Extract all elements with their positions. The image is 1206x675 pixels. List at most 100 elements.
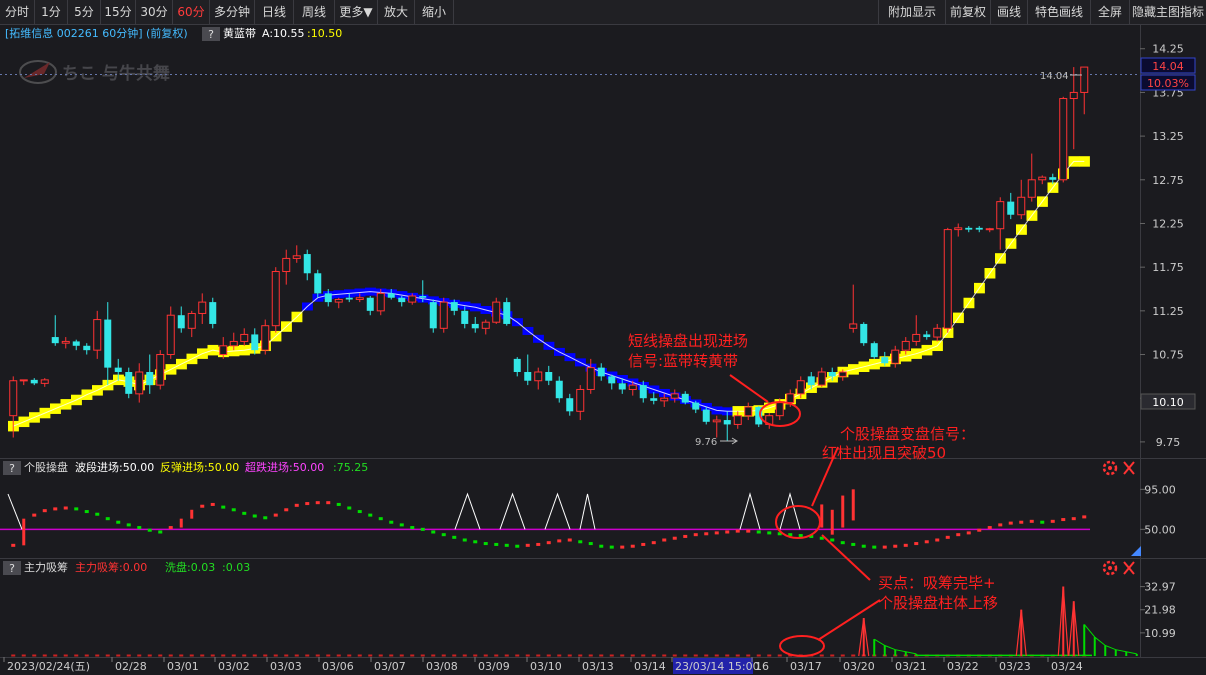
toolbar-item-10[interactable]: 放大 xyxy=(378,0,415,24)
candle-body-up xyxy=(943,229,952,329)
p3-zero-dash xyxy=(158,654,163,657)
candle-body-up xyxy=(198,301,207,314)
panel3-help-icon: ? xyxy=(9,562,15,575)
candle-body-up xyxy=(996,201,1005,230)
panel2-label1: 波段进场:50.00 xyxy=(75,460,154,474)
p2-tick-label: 95.00 xyxy=(1144,483,1176,496)
p2-dash xyxy=(956,533,961,537)
p2-dash xyxy=(452,535,457,539)
candle-body-down xyxy=(681,393,689,403)
x-axis-label: 03/20 xyxy=(843,660,875,673)
toolbar-item-7[interactable]: 日线 xyxy=(255,0,294,24)
p2-dash xyxy=(105,517,110,521)
p3-zero-dash xyxy=(63,654,68,657)
p3-zero-dash xyxy=(840,654,845,657)
p2-dash xyxy=(924,540,929,544)
p2-dash xyxy=(504,543,509,547)
p2-dash xyxy=(147,528,152,532)
p2-dash xyxy=(557,539,562,543)
toolbar-right-item-2[interactable]: 画线 xyxy=(990,0,1028,24)
p2-dash xyxy=(578,540,583,544)
watermark-text: ちこ 与牛共舞 xyxy=(62,63,170,84)
p2-dash xyxy=(546,541,551,545)
toolbar-right-item-5[interactable]: 隐藏主图指标 xyxy=(1129,0,1206,24)
p3-zero-dash xyxy=(326,654,331,657)
candle-body-up xyxy=(334,298,343,303)
candle-body-down xyxy=(639,385,647,399)
p3-zero-dash xyxy=(11,654,16,657)
p3-zero-dash xyxy=(536,654,541,657)
p2-dash xyxy=(431,530,436,534)
p2-dash xyxy=(126,523,131,527)
toolbar-item-0[interactable]: 分时 xyxy=(0,0,35,24)
candle-body-down xyxy=(702,409,710,422)
toolbar-right-item-3[interactable]: 特色画线 xyxy=(1027,0,1091,24)
p3-zero-dash xyxy=(336,654,341,657)
candle-body-down xyxy=(860,323,868,344)
p2-dash xyxy=(378,517,383,521)
toolbar-right-item-4[interactable]: 全屏 xyxy=(1090,0,1130,24)
p3-zero-dash xyxy=(662,654,667,657)
p2-dash xyxy=(326,501,331,505)
x-axis-label: 2023/02/24(五) xyxy=(7,660,90,673)
p3-zero-dash xyxy=(126,654,131,657)
candle-body-down xyxy=(419,295,427,298)
p2-dash xyxy=(987,526,992,530)
p3-zero-dash xyxy=(525,654,530,657)
candle-body-down xyxy=(692,402,700,410)
p3-zero-dash xyxy=(567,654,572,657)
panel2-label2: 反弹进场:50.00 xyxy=(160,460,239,474)
p2-dash xyxy=(462,538,467,542)
p2-dash xyxy=(830,538,835,542)
toolbar-item-9[interactable]: 更多▼ xyxy=(335,0,378,24)
candle-body-up xyxy=(282,257,291,273)
period-toolbar: 分时 1分 5分 15分 30分 60分 多分钟 日线 周线 更多▼ 放大 缩小 附加显示 前复权 画线 特色… xyxy=(0,0,1206,25)
p3-zero-dash xyxy=(147,654,152,657)
candle-body-down xyxy=(923,334,931,338)
toolbar-item-4[interactable]: 30分 xyxy=(136,0,173,24)
toolbar-item-3[interactable]: 15分 xyxy=(101,0,136,24)
p2-dash xyxy=(630,544,635,548)
toolbar-item-8[interactable]: 周线 xyxy=(294,0,335,24)
p2-dash xyxy=(851,542,856,546)
p2-dash xyxy=(441,533,446,537)
p2-dash xyxy=(725,530,730,534)
p3-zero-dash xyxy=(231,654,236,657)
toolbar-item-5[interactable]: 60分 xyxy=(173,0,210,24)
candle-body-up xyxy=(9,380,18,417)
p2-dash xyxy=(735,529,740,533)
toolbar-right-item-0[interactable]: 附加显示 xyxy=(878,0,946,24)
candle-body-up xyxy=(261,325,270,351)
stock-chart[interactable]: [拓维信息 002261 60分钟] (前复权) ? 黄蓝带 A:10.55 :… xyxy=(0,25,1206,675)
toolbar-right-item-1[interactable]: 前复权 xyxy=(945,0,991,24)
p2-dash xyxy=(1019,520,1024,524)
candle-body-down xyxy=(618,383,626,390)
toolbar-item-1[interactable]: 1分 xyxy=(35,0,68,24)
x-axis-label: 03/10 xyxy=(530,660,562,673)
p3-zero-dash xyxy=(452,654,457,657)
toolbar-item-6[interactable]: 多分钟 xyxy=(210,0,255,24)
toolbar-item-2[interactable]: 5分 xyxy=(68,0,101,24)
p3-zero-dash xyxy=(305,654,310,657)
p2-dash xyxy=(651,541,656,545)
candle-body-down xyxy=(545,372,553,381)
annotation-p3-line1: 买点：吸筹完毕+ xyxy=(878,574,996,592)
candle-body-down xyxy=(807,376,815,386)
candle-body-up xyxy=(481,321,490,329)
p2-dash xyxy=(294,503,299,507)
toolbar-item-11[interactable]: 缩小 xyxy=(415,0,454,24)
p2-dash xyxy=(357,510,362,514)
x-axis-label: 03/23 xyxy=(999,660,1031,673)
p3-zero-dash xyxy=(242,654,247,657)
candle-body-up xyxy=(891,349,900,364)
p3-zero-dash xyxy=(357,654,362,657)
candle-body-up xyxy=(849,323,858,329)
p2-dash xyxy=(53,507,58,511)
x-axis-label: 03/07 xyxy=(374,660,406,673)
price-tick-label: 10.75 xyxy=(1152,349,1184,362)
candle-body-down xyxy=(251,334,259,351)
annotation-p3-line2: 个股操盘柱体上移 xyxy=(878,594,998,612)
p2-dash xyxy=(347,506,352,510)
candle-body-down xyxy=(566,398,574,412)
p2-dash xyxy=(1029,519,1034,523)
